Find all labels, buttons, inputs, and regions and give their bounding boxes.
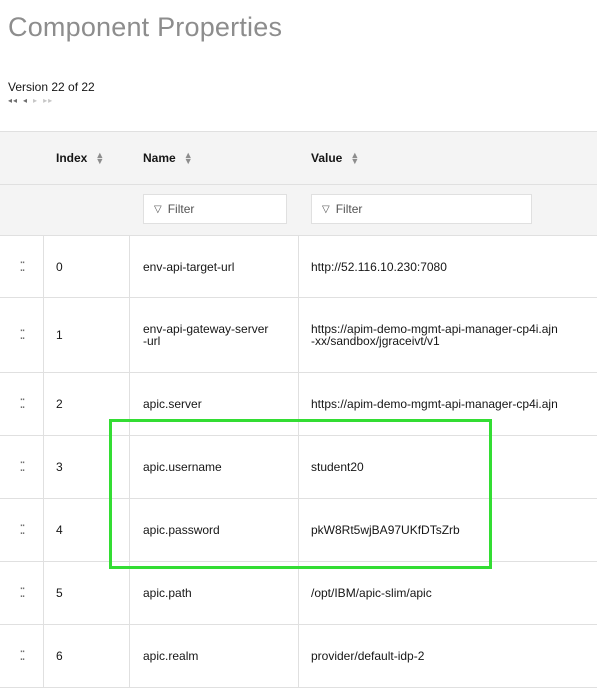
- drag-cell: ⁚⁚: [0, 562, 44, 624]
- filter-placeholder: Filter: [335, 202, 363, 216]
- drag-cell: ⁚⁚: [0, 625, 44, 687]
- column-header-value[interactable]: Value ▲ ▼: [299, 132, 597, 184]
- name-cell: env-api-gateway-server -url: [130, 298, 299, 372]
- sort-icon[interactable]: ▲ ▼: [184, 151, 193, 166]
- column-header-label: Name: [143, 151, 176, 165]
- value-cell: /opt/IBM/apic-slim/apic: [311, 586, 432, 600]
- table-row[interactable]: ⁚⁚ 3 apic.username student20: [0, 436, 597, 499]
- funnel-icon: ▽: [322, 203, 330, 215]
- name-cell: apic.realm: [130, 625, 299, 687]
- table-row[interactable]: ⁚⁚ 4 apic.password pkW8Rt5wjBA97UKfDTsZr…: [0, 499, 597, 562]
- drag-handle-icon[interactable]: ⁚⁚: [17, 649, 27, 662]
- drag-handle-icon[interactable]: ⁚⁚: [17, 397, 27, 410]
- drag-cell: ⁚⁚: [0, 236, 44, 297]
- value-cell: provider/default-idp-2: [311, 649, 425, 663]
- column-header-label: Index: [56, 151, 88, 165]
- value-cell: pkW8Rt5wjBA97UKfDTsZrb: [311, 523, 460, 537]
- value-line: -xx/sandbox/jgraceivt/v1: [311, 334, 440, 348]
- drag-cell: ⁚⁚: [0, 373, 44, 435]
- name-cell: apic.password: [130, 499, 299, 561]
- value-cell: https://apim-demo-mgmt-api-manager-cp4i.…: [311, 397, 558, 411]
- name-cell: apic.username: [130, 436, 299, 498]
- drag-handle-icon[interactable]: ⁚⁚: [17, 523, 27, 536]
- drag-handle-icon[interactable]: ⁚⁚: [17, 328, 27, 341]
- table-row[interactable]: ⁚⁚ 5 apic.path /opt/IBM/apic-slim/apic: [0, 562, 597, 625]
- version-navigation: ◂◂ ◂ ▸ ▸▸: [8, 96, 53, 105]
- name-cell: apic.server: [130, 373, 299, 435]
- name-line: -url: [143, 334, 161, 348]
- name-cell: apic.path: [130, 562, 299, 624]
- index-cell: 4: [44, 499, 130, 561]
- value-cell: http://52.116.10.230:7080: [311, 259, 447, 274]
- name-filter-input[interactable]: ▽ Filter: [143, 194, 287, 224]
- table-row[interactable]: ⁚⁚ 0 env-api-target-url http://52.116.10…: [0, 236, 597, 298]
- funnel-icon: ▽: [154, 203, 162, 215]
- column-header-name[interactable]: Name ▲ ▼: [130, 132, 299, 184]
- index-cell: 1: [44, 298, 130, 372]
- value-cell: student20: [311, 460, 364, 474]
- name-line: env-api-gateway-server: [143, 322, 269, 336]
- last-version-icon[interactable]: ▸▸: [43, 96, 53, 105]
- value-filter-input[interactable]: ▽ Filter: [311, 194, 532, 224]
- index-cell: 6: [44, 625, 130, 687]
- version-label: Version 22 of 22: [8, 80, 95, 94]
- drag-cell: ⁚⁚: [0, 298, 44, 372]
- first-version-icon[interactable]: ◂◂: [8, 96, 18, 105]
- column-header-index[interactable]: Index ▲ ▼: [44, 132, 130, 184]
- sort-icon[interactable]: ▲ ▼: [95, 151, 104, 166]
- drag-handle-icon[interactable]: ⁚⁚: [17, 460, 27, 473]
- next-version-icon[interactable]: ▸: [33, 96, 38, 105]
- page-title: Component Properties: [8, 12, 283, 42]
- table-header: Index ▲ ▼ Name ▲ ▼ Value ▲ ▼: [0, 131, 597, 185]
- filter-placeholder: Filter: [167, 202, 195, 216]
- table-row[interactable]: ⁚⁚ 1 env-api-gateway-server -url https://…: [0, 298, 597, 373]
- drag-column-header: [0, 132, 44, 184]
- index-cell: 3: [44, 436, 130, 498]
- drag-handle-icon[interactable]: ⁚⁚: [17, 260, 27, 273]
- value-cell: https://apim-demo-mgmt-api-manager-cp4i.…: [299, 298, 597, 372]
- index-cell: 5: [44, 562, 130, 624]
- table-row[interactable]: ⁚⁚ 2 apic.server https://apim-demo-mgmt-…: [0, 373, 597, 436]
- previous-version-icon[interactable]: ◂: [23, 96, 28, 105]
- drag-cell: ⁚⁚: [0, 436, 44, 498]
- sort-icon[interactable]: ▲ ▼: [350, 151, 359, 166]
- index-cell: 0: [44, 236, 130, 297]
- column-header-label: Value: [311, 151, 343, 165]
- name-cell: env-api-target-url: [130, 236, 299, 297]
- drag-handle-icon[interactable]: ⁚⁚: [17, 586, 27, 599]
- table-row[interactable]: ⁚⁚ 6 apic.realm provider/default-idp-2: [0, 625, 597, 688]
- filter-row: ▽ Filter ▽ Filter: [0, 185, 597, 236]
- properties-table: Index ▲ ▼ Name ▲ ▼ Value ▲ ▼ ▽ Filter ▽ Fil…: [0, 131, 597, 688]
- drag-cell: ⁚⁚: [0, 499, 44, 561]
- index-cell: 2: [44, 373, 130, 435]
